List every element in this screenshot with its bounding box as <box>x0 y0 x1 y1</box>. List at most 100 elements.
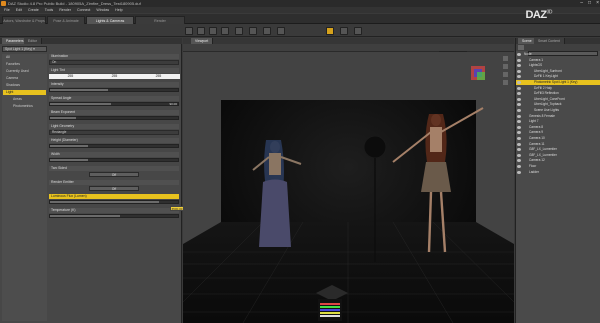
tint-green[interactable]: 255 <box>93 74 136 79</box>
menu-create[interactable]: Create <box>28 7 39 13</box>
menu-tools[interactable]: Tools <box>45 7 53 13</box>
eye-icon[interactable] <box>517 153 521 157</box>
eye-icon[interactable] <box>517 109 521 112</box>
tab-lights-cameras[interactable]: Lights & Cameras <box>86 16 134 24</box>
group-shadows[interactable]: Shadows <box>3 83 46 88</box>
scene-node[interactable]: Scene Use Lights <box>516 108 600 113</box>
scene-node[interactable]: Camera 9 <box>516 130 600 135</box>
3d-scene-view[interactable] <box>183 52 514 323</box>
eye-icon[interactable] <box>517 137 521 140</box>
group-currently-used[interactable]: Currently Used <box>3 69 46 74</box>
node-tool-icon[interactable] <box>235 27 243 35</box>
luminous-flux-slider[interactable] <box>49 200 179 204</box>
light-tint-field[interactable]: 255 255 255 <box>49 74 180 79</box>
maximize-icon[interactable]: □ <box>588 0 591 7</box>
scene-node[interactable]: G8F_LX_Lumentier <box>516 147 600 152</box>
illumination-select[interactable]: On <box>49 60 179 65</box>
scene-node[interactable]: Ladder <box>516 170 600 175</box>
eye-icon[interactable] <box>517 53 521 56</box>
menu-help[interactable]: Help <box>115 7 122 13</box>
eye-icon[interactable] <box>517 86 521 90</box>
group-areas[interactable]: Areas <box>3 97 46 102</box>
menu-window[interactable]: Window <box>96 7 109 13</box>
scene-node[interactable]: UberLight_ConeFront <box>516 97 600 102</box>
tab-render[interactable]: Render <box>135 16 185 24</box>
scene-node[interactable]: Light 7 <box>516 119 600 124</box>
scene-node[interactable]: Camera 12 <box>516 158 600 163</box>
node-selector-dropdown[interactable]: Spot Light 1 (Key) ▾ <box>2 46 47 52</box>
menu-render[interactable]: Render <box>59 7 71 13</box>
scene-node[interactable]: G8F_LX_Lumentier <box>516 153 600 158</box>
eye-icon[interactable] <box>517 159 521 163</box>
eye-icon[interactable] <box>517 131 521 135</box>
joint-tool-icon[interactable] <box>249 27 257 35</box>
luminous-flux-label[interactable]: Luminous Flux (Lumen) <box>49 194 179 199</box>
close-icon[interactable]: × <box>596 0 599 7</box>
tint-red[interactable]: 255 <box>49 74 92 79</box>
eye-icon[interactable] <box>517 120 521 124</box>
tab-actors-wardrobe-props[interactable]: Actors, Wardrobe & Props <box>2 16 46 24</box>
filter-icon[interactable] <box>518 45 524 50</box>
eye-icon[interactable] <box>517 103 521 107</box>
eye-icon[interactable] <box>517 58 521 62</box>
group-favorites[interactable]: Favorites <box>3 62 46 67</box>
group-photometrics[interactable]: Photometrics <box>3 104 46 109</box>
spread-angle-slider[interactable]: 90.00 <box>49 102 179 106</box>
eye-icon[interactable] <box>517 97 521 101</box>
eye-icon[interactable] <box>517 75 521 79</box>
light-geometry-select[interactable]: Rectangle <box>49 130 179 135</box>
eye-icon[interactable] <box>517 64 521 68</box>
temperature-slider[interactable] <box>49 214 179 218</box>
group-camera[interactable]: Camera <box>3 76 46 81</box>
select-tool-icon[interactable] <box>185 27 193 35</box>
eye-icon[interactable] <box>517 92 521 96</box>
eye-icon[interactable] <box>517 114 521 118</box>
scene-node[interactable]: DzFill 1 KeyLight <box>516 74 600 79</box>
scene-node[interactable]: Floor <box>516 164 600 169</box>
eye-icon[interactable] <box>517 69 521 73</box>
height-slider[interactable] <box>49 144 179 148</box>
scene-node[interactable]: Photometric Spot Light 1 (Key) <box>516 80 600 86</box>
menu-edit[interactable]: Edit <box>16 7 22 13</box>
beam-exponent-slider[interactable] <box>49 116 179 120</box>
width-slider[interactable] <box>49 158 179 162</box>
scene-node[interactable]: Camera 8 <box>516 125 600 130</box>
app-icon <box>1 1 6 6</box>
temperature-label: Temperature (K) <box>49 208 179 213</box>
scene-node[interactable]: UberLight_Topback <box>516 102 600 107</box>
group-light[interactable]: Light <box>3 90 46 95</box>
eye-icon[interactable] <box>517 142 521 146</box>
tint-blue[interactable]: 255 <box>137 74 180 79</box>
scene-node[interactable]: UberLight_Sunfront <box>516 69 600 74</box>
scene-node[interactable]: DzFill 2 Haly <box>516 86 600 91</box>
group-all[interactable]: All <box>3 55 46 60</box>
eye-icon[interactable] <box>517 81 521 84</box>
aux-viewport-icon[interactable] <box>354 27 362 35</box>
tab-pose-animate[interactable]: Pose & Animate <box>47 16 85 24</box>
move-tool-icon[interactable] <box>197 27 205 35</box>
scene-node[interactable]: DzFill3 Reflection <box>516 91 600 96</box>
two-sided-toggle[interactable]: Off <box>89 172 139 177</box>
minimize-icon[interactable]: – <box>580 0 583 7</box>
menu-file[interactable]: File <box>4 7 10 13</box>
eye-icon[interactable] <box>517 165 521 168</box>
eye-icon[interactable] <box>517 125 521 129</box>
scene-node[interactable]: Camera 11 <box>516 142 600 147</box>
eye-icon[interactable] <box>517 170 521 174</box>
tab-editor[interactable]: Editor <box>24 38 42 44</box>
scene-node[interactable]: Camera 1 <box>516 58 600 63</box>
eye-icon[interactable] <box>517 148 521 152</box>
rotate-tool-icon[interactable] <box>209 27 217 35</box>
menu-connect[interactable]: Connect <box>77 7 90 13</box>
scene-node[interactable]: LightsGS <box>516 63 600 68</box>
geometry-tool-icon[interactable] <box>263 27 271 35</box>
intensity-slider[interactable] <box>49 88 179 92</box>
scale-tool-icon[interactable] <box>221 27 229 35</box>
render-settings-icon[interactable] <box>326 27 334 35</box>
scene-node[interactable]: Node <box>516 52 600 57</box>
render-emitter-toggle[interactable]: Off <box>89 186 139 191</box>
scene-node[interactable]: Camera 10 <box>516 136 600 141</box>
iray-preview-icon[interactable] <box>340 27 348 35</box>
surface-tool-icon[interactable] <box>277 27 285 35</box>
scene-node[interactable]: Genesis 8 Female <box>516 114 600 119</box>
